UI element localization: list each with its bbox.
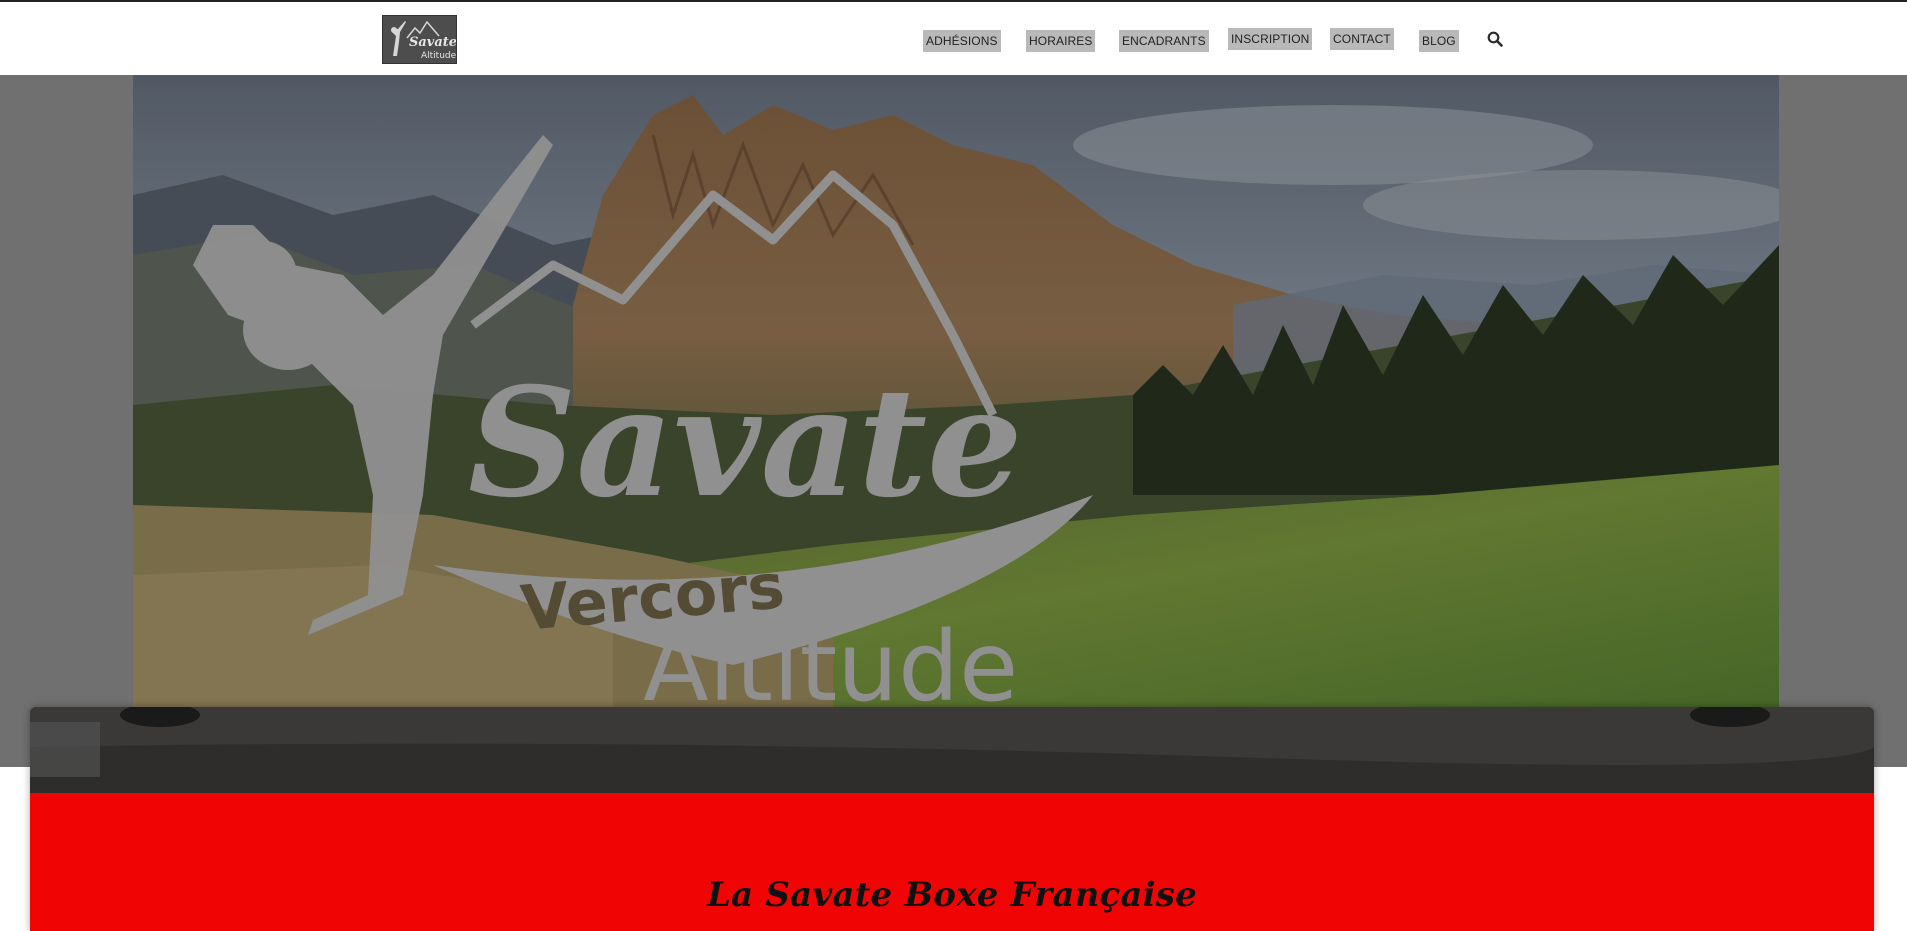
logo-text-bottom: Altitude (421, 51, 457, 61)
nav-item-horaires[interactable]: HORAIRES (1026, 30, 1096, 52)
logo-graphic: Savate Altitude (383, 16, 457, 63)
site-logo[interactable]: Savate Altitude (382, 15, 457, 64)
nav-item-blog[interactable]: BLOG (1419, 30, 1459, 52)
nav-item-adhesions[interactable]: ADHÉSIONS (923, 30, 1001, 52)
page: Savate Altitude ADHÉSIONS HORAIRES ENCAD… (0, 0, 1907, 931)
search-icon[interactable] (1487, 31, 1503, 47)
nav-item-contact[interactable]: CONTACT (1330, 28, 1394, 50)
logo-text-top: Savate (409, 35, 457, 50)
hero-banner-image: Savate Vercors Altitude (133, 75, 1779, 707)
content-card: La Savate Boxe Française (30, 707, 1874, 931)
section-title: La Savate Boxe Française (707, 875, 1197, 916)
hero-overlay (133, 75, 1779, 707)
top-navbar: Savate Altitude ADHÉSIONS HORAIRES ENCAD… (0, 0, 1907, 75)
card-image-strip (30, 707, 1874, 793)
nav-item-encadrants[interactable]: ENCADRANTS (1119, 30, 1209, 52)
nav-item-inscription[interactable]: INSCRIPTION (1228, 28, 1313, 50)
